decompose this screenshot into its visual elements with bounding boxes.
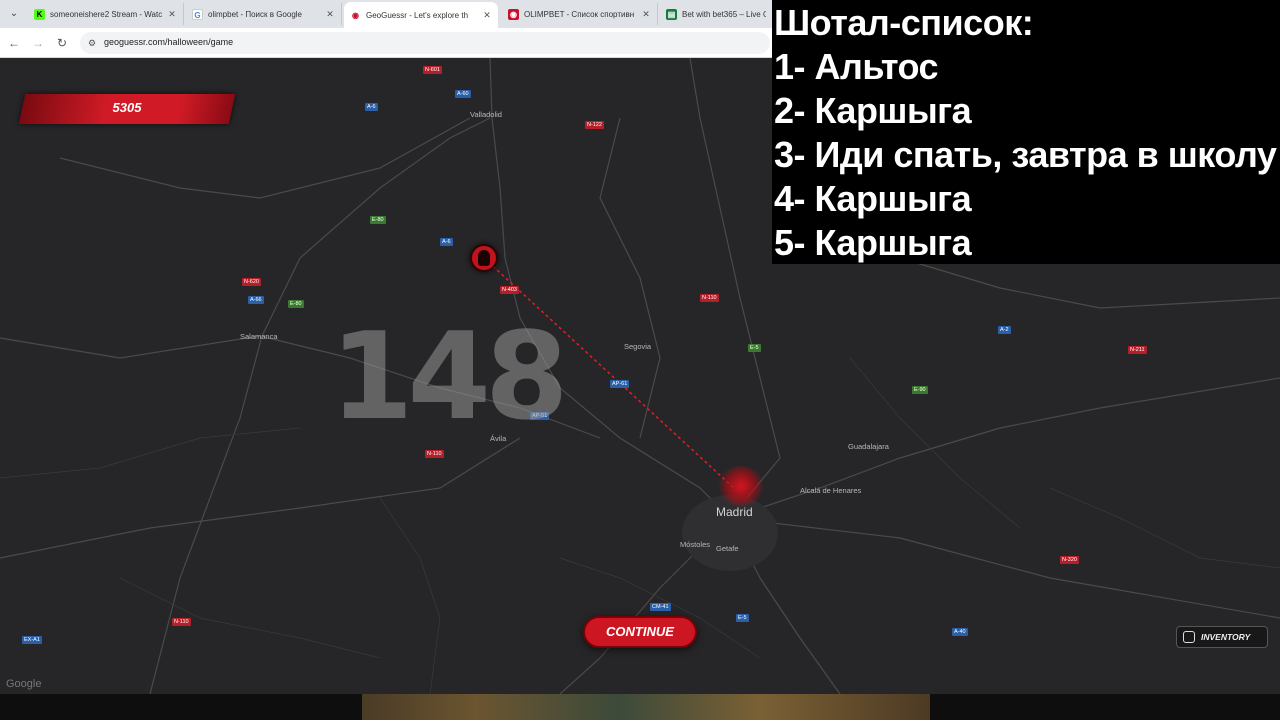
tab-title: olimpbet - Поиск в Google xyxy=(208,9,303,19)
road-sign: N-320 xyxy=(1060,556,1079,564)
player-guess-pin-icon xyxy=(470,244,498,272)
inventory-icon xyxy=(1183,631,1195,643)
road-sign: EX-A1 xyxy=(22,636,42,644)
road-sign: A-6 xyxy=(440,238,453,246)
road-sign: AP-61 xyxy=(610,380,630,388)
tab-title: OLIMPBET - Список спортивн xyxy=(524,9,635,19)
road-sign: E-5 xyxy=(736,614,749,622)
road-sign: E-90 xyxy=(912,386,928,394)
tab-kick-stream[interactable]: K someoneishere2 Stream - Watc ✕ xyxy=(28,3,184,25)
tab-google-search[interactable]: G olimpbet - Поиск в Google ✕ xyxy=(186,3,342,25)
place-getafe: Getafe xyxy=(716,544,739,553)
road-sign: N-110 xyxy=(172,618,191,626)
place-valladolid: Valladolid xyxy=(470,110,502,119)
tab-search-chevron-icon[interactable]: ⌄ xyxy=(6,6,22,22)
place-alcala: Alcalá de Henares xyxy=(800,486,862,495)
road-sign: A-6 xyxy=(365,103,378,111)
road-sign: A-66 xyxy=(248,296,264,304)
forward-arrow-icon[interactable]: → xyxy=(30,35,46,51)
stream-overlay-list: Шотал-список: 1- Альтос 2- Каршыга 3- Ид… xyxy=(772,0,1280,264)
site-info-icon[interactable]: ⚙ xyxy=(88,37,100,49)
tab-close-icon[interactable]: ✕ xyxy=(641,9,651,20)
google-icon: G xyxy=(192,8,203,20)
place-guadalajara: Guadalajara xyxy=(848,442,889,451)
place-salamanca: Salamanca xyxy=(240,332,278,341)
tab-geoguessr[interactable]: ◉ GeoGuessr - Let's explore th ✕ xyxy=(344,2,498,28)
tab-olimpbet[interactable]: ◉ OLIMPBET - Список спортивн ✕ xyxy=(502,3,658,25)
road-sign: N-403 xyxy=(500,286,519,294)
place-mostoles: Móstoles xyxy=(680,540,711,549)
tab-close-icon[interactable]: ✕ xyxy=(482,10,492,21)
road-sign: N-620 xyxy=(242,278,261,286)
tab-close-icon[interactable]: ✕ xyxy=(325,9,335,20)
road-sign: N-122 xyxy=(585,121,604,129)
back-arrow-icon[interactable]: ← xyxy=(6,35,22,51)
road-sign: E-5 xyxy=(748,344,761,352)
url-text[interactable]: geoguessr.com/halloween/game xyxy=(104,37,233,47)
overlay-title: Шотал-список: xyxy=(774,2,1034,43)
road-sign: CM-41 xyxy=(650,603,671,611)
overlay-item: 3- Иди спать, завтра в школу xyxy=(774,134,1277,175)
tab-title: Bet with bet365 – Live Or xyxy=(682,9,766,19)
tab-close-icon[interactable]: ✕ xyxy=(167,9,177,20)
browser-address-bar: ← → ↻ ⚙ geoguessr.com/halloween/game xyxy=(0,28,772,58)
tab-bet365[interactable]: ▤ Bet with bet365 – Live Or xyxy=(660,3,772,25)
score-value: 5305 xyxy=(112,100,142,115)
tab-title: someoneishere2 Stream - Watc xyxy=(50,9,163,19)
overlay-item: 1- Альтос xyxy=(774,46,939,87)
olimpbet-icon: ◉ xyxy=(508,8,519,20)
road-sign: E-80 xyxy=(288,300,304,308)
road-sign: N-110 xyxy=(425,450,444,458)
score-banner: 5305 xyxy=(18,94,236,124)
correct-location-marker-icon xyxy=(718,466,764,506)
inventory-button[interactable]: INVENTORY xyxy=(1176,626,1268,648)
road-sign: A-60 xyxy=(455,90,471,98)
road-sign: A-2 xyxy=(998,326,1011,334)
road-sign: N-601 xyxy=(423,66,442,74)
round-timer: 148 xyxy=(330,308,568,447)
continue-button[interactable]: CONTINUE xyxy=(583,616,697,648)
geoguessr-pin-icon: ◉ xyxy=(350,9,361,21)
reload-icon[interactable]: ↻ xyxy=(54,35,70,51)
google-logo: Google xyxy=(6,678,42,690)
place-segovia: Segovia xyxy=(624,342,652,351)
inventory-label: INVENTORY xyxy=(1201,632,1251,642)
bottom-art-decoration xyxy=(362,694,930,720)
road-sign: E-80 xyxy=(370,216,386,224)
overlay-item: 4- Каршыга xyxy=(774,178,972,219)
road-sign: A-40 xyxy=(952,628,968,636)
overlay-item: 2- Каршыга xyxy=(774,90,972,131)
place-madrid: Madrid xyxy=(716,505,753,519)
road-sign: N-211 xyxy=(1128,346,1147,354)
overlay-item: 5- Каршыга xyxy=(774,222,972,263)
road-sign: N-110 xyxy=(700,294,719,302)
kick-icon: K xyxy=(34,8,45,20)
tab-title: GeoGuessr - Let's explore th xyxy=(366,10,469,20)
bet365-icon: ▤ xyxy=(666,8,677,20)
